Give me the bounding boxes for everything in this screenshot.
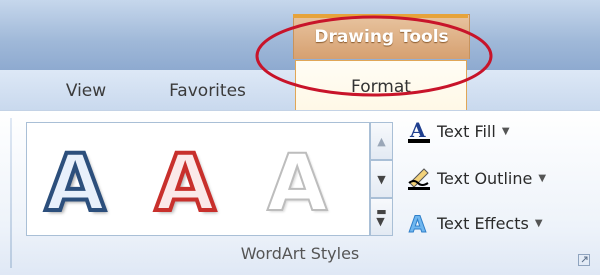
- triangle-up-icon: ▲: [377, 134, 386, 148]
- text-fill-button[interactable]: A Text Fill ▼: [406, 116, 510, 146]
- triangle-down-icon: ▼: [377, 172, 386, 186]
- tab-view-label: View: [65, 81, 107, 101]
- tab-favorites[interactable]: Favorites: [160, 76, 255, 106]
- text-outline-label: Text Outline: [437, 168, 533, 188]
- text-effects-button[interactable]: A Text Effects ▼: [406, 208, 543, 238]
- highlight-ellipse: [255, 15, 493, 97]
- gallery-scroll-up[interactable]: ▲: [370, 122, 393, 160]
- text-fill-label: Text Fill: [437, 121, 496, 141]
- text-outline-button[interactable]: Text Outline ▼: [406, 163, 546, 193]
- more-dropdown-icon: ▬ ▼: [376, 205, 387, 228]
- chevron-down-icon: ▼: [534, 217, 543, 229]
- dialog-launcher-icon[interactable]: [578, 254, 590, 266]
- gallery-more-button[interactable]: ▬ ▼: [370, 198, 393, 236]
- text-effects-icon: A: [406, 210, 432, 237]
- tab-favorites-label: Favorites: [169, 81, 246, 101]
- wordart-style-red[interactable]: A: [153, 143, 217, 225]
- gallery-scroll-down[interactable]: ▼: [370, 160, 393, 198]
- chevron-down-icon: ▼: [501, 125, 510, 137]
- tab-view[interactable]: View: [56, 76, 116, 106]
- chevron-down-icon: ▼: [538, 172, 547, 184]
- wordart-style-gray[interactable]: A: [266, 144, 328, 224]
- text-outline-icon: [406, 165, 432, 191]
- svg-text:A: A: [409, 118, 426, 142]
- svg-text:A: A: [409, 213, 426, 236]
- wordart-style-blue[interactable]: A: [43, 143, 107, 225]
- wordart-gallery[interactable]: A A A: [26, 122, 370, 236]
- text-fill-icon: A: [406, 118, 432, 144]
- text-effects-label: Text Effects: [437, 213, 529, 233]
- group-label-wordart-styles: WordArt Styles: [240, 244, 360, 263]
